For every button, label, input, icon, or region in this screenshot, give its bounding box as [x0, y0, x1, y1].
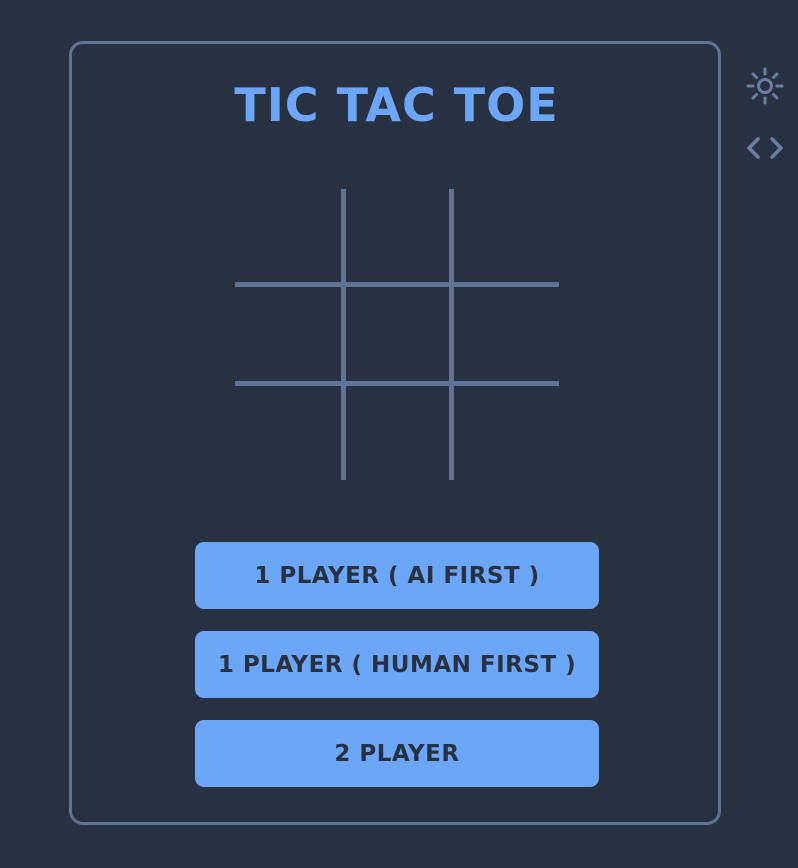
sun-icon — [746, 67, 784, 105]
board-cell[interactable] — [454, 189, 559, 282]
board-cell[interactable] — [454, 386, 559, 480]
board-cell[interactable] — [346, 189, 449, 282]
board-cell[interactable] — [346, 287, 449, 381]
code-brackets-icon — [747, 137, 783, 159]
board-cell[interactable] — [235, 189, 341, 282]
board-cell[interactable] — [454, 287, 559, 381]
board-cell[interactable] — [235, 386, 341, 480]
one-player-human-first-button[interactable]: 1 PLAYER ( HUMAN FIRST ) — [195, 631, 599, 698]
board-cell[interactable] — [235, 287, 341, 381]
source-code-icon[interactable] — [745, 128, 785, 168]
theme-toggle-icon[interactable] — [745, 66, 785, 106]
game-title: TIC TAC TOE — [234, 78, 559, 132]
one-player-ai-first-button[interactable]: 1 PLAYER ( AI FIRST ) — [195, 542, 599, 609]
two-player-button[interactable]: 2 PLAYER — [195, 720, 599, 787]
board-cell[interactable] — [346, 386, 449, 480]
